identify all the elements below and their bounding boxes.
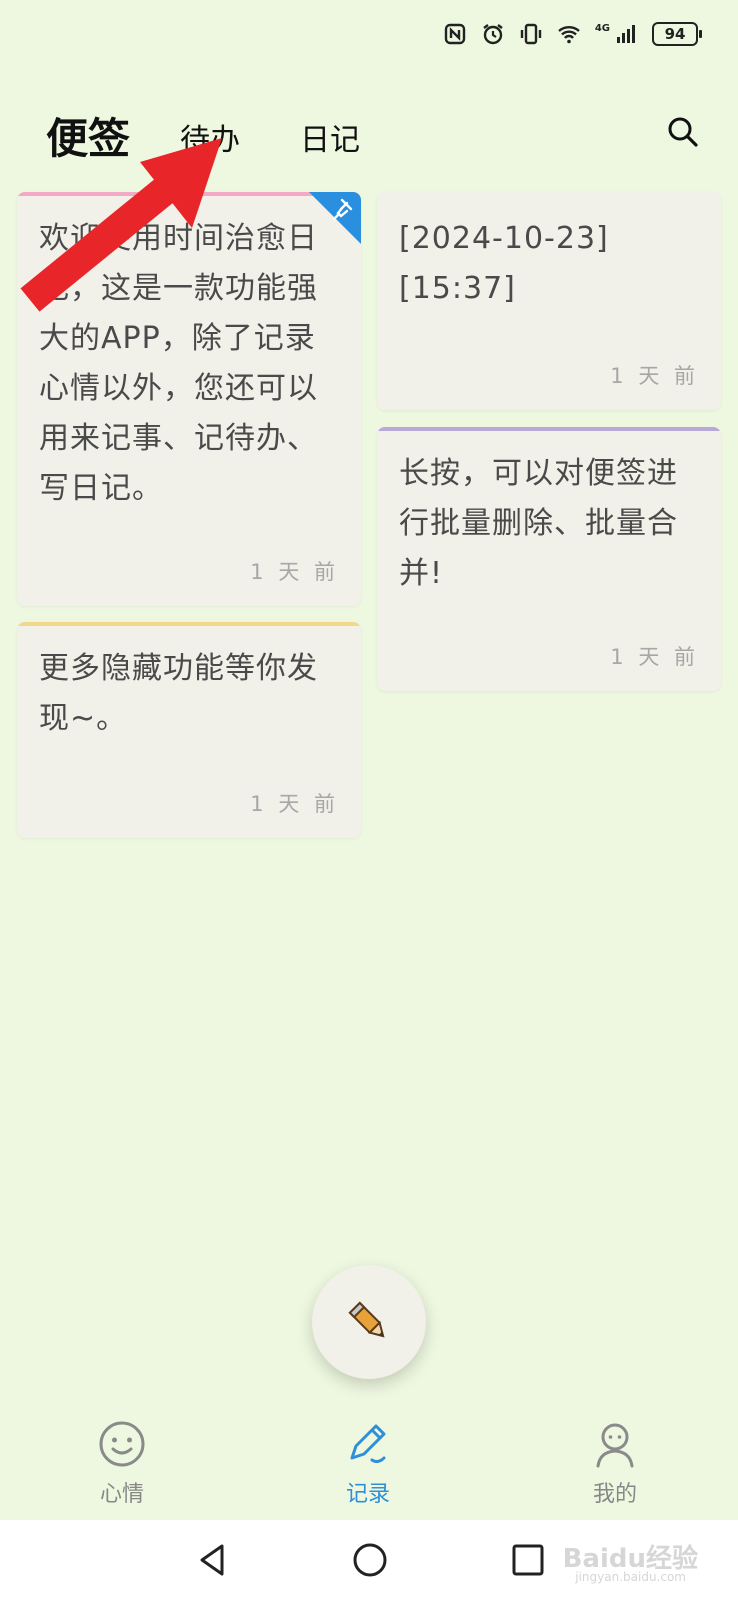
nav-record[interactable]: 记录 xyxy=(308,1418,428,1508)
tab-todo[interactable]: 待办 xyxy=(180,115,240,159)
home-icon[interactable] xyxy=(350,1540,390,1580)
back-icon[interactable] xyxy=(192,1540,232,1580)
note-text: 欢迎使用时间治愈日记，这是一款功能强大的APP，除了记录心情以外，您还可以用来记… xyxy=(39,221,318,506)
watermark-url: jingyan.baidu.com xyxy=(575,1570,686,1584)
nav-label: 我的 xyxy=(592,1482,637,1507)
new-note-button[interactable] xyxy=(312,1265,426,1379)
smile-icon xyxy=(99,1421,145,1467)
bottom-nav: 心情 记录 我的 xyxy=(0,1410,738,1520)
note-text: [2024-10-23] [15:37] xyxy=(399,221,609,306)
note-text: 更多隐藏功能等你发现~。 xyxy=(39,651,318,736)
person-icon xyxy=(596,1423,634,1468)
note-card[interactable]: 欢迎使用时间治愈日记，这是一款功能强大的APP，除了记录心情以外，您还可以用来记… xyxy=(17,192,361,606)
note-text: 长按，可以对便签进行批量删除、批量合并! xyxy=(399,456,678,591)
system-nav-bar: Baidu经验 jingyan.baidu.com xyxy=(0,1520,738,1600)
alarm-icon xyxy=(483,24,503,45)
pencil-icon xyxy=(348,1301,385,1338)
note-card[interactable]: 长按，可以对便签进行批量删除、批量合并! 1 天 前 xyxy=(377,427,721,691)
page-title[interactable]: 便签 xyxy=(46,105,130,166)
status-icons: 4G 94 xyxy=(443,22,702,46)
nav-label: 心情 xyxy=(99,1482,144,1507)
note-card[interactable]: [2024-10-23] [15:37] 1 天 前 xyxy=(377,192,721,410)
status-bar: 4G 94 xyxy=(0,0,738,70)
vibrate-icon xyxy=(520,23,542,45)
nfc-icon xyxy=(444,23,466,45)
search-icon[interactable] xyxy=(666,115,700,149)
wifi-icon xyxy=(558,26,580,44)
tab-diary[interactable]: 日记 xyxy=(300,115,360,159)
note-accent xyxy=(17,622,361,626)
recent-apps-icon[interactable] xyxy=(508,1540,548,1580)
network-type: 4G xyxy=(594,22,610,34)
app-screen: 4G 94 便签 待办 日记 欢迎使用时间治愈日记，这是一款功能强大的APP，除… xyxy=(0,0,738,1600)
pen-icon xyxy=(350,1424,386,1464)
header: 便签 待办 日记 xyxy=(0,95,738,165)
note-card[interactable]: 更多隐藏功能等你发现~。 1 天 前 xyxy=(17,622,361,838)
note-time: 1 天 前 xyxy=(250,560,339,584)
note-accent xyxy=(377,427,721,431)
note-time: 1 天 前 xyxy=(250,792,339,816)
note-time: 1 天 前 xyxy=(610,645,699,669)
signal-icon xyxy=(617,25,635,43)
nav-mood[interactable]: 心情 xyxy=(62,1418,182,1508)
note-time: 1 天 前 xyxy=(610,364,699,388)
battery-indicator: 94 xyxy=(652,22,702,46)
nav-me[interactable]: 我的 xyxy=(555,1418,675,1508)
nav-label: 记录 xyxy=(345,1482,390,1507)
